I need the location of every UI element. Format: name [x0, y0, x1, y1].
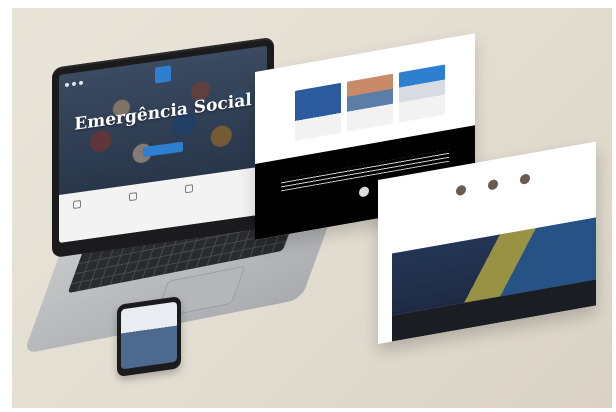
image-frame: Emergência Social — [0, 0, 616, 412]
square-logo-icon[interactable] — [155, 65, 171, 84]
mockup-backdrop: Emergência Social — [12, 8, 612, 408]
article-card[interactable] — [347, 73, 393, 132]
dot-icon — [72, 81, 76, 87]
phone-screen — [121, 301, 177, 370]
feature-icon — [185, 184, 193, 194]
article-cards — [295, 64, 445, 141]
feature-icon — [129, 192, 137, 202]
laptop-screen: Emergência Social — [59, 45, 267, 244]
dot-icon — [65, 82, 69, 88]
laptop-lid: Emergência Social — [52, 36, 274, 259]
feature-icon — [73, 199, 81, 210]
team-avatars — [456, 173, 530, 197]
article-card[interactable] — [295, 82, 341, 141]
avatar-icon — [456, 184, 466, 197]
phone — [117, 296, 181, 377]
dot-icon — [79, 80, 83, 86]
article-card[interactable] — [399, 64, 445, 123]
avatar-icon — [488, 178, 498, 191]
avatar-icon — [520, 173, 530, 185]
